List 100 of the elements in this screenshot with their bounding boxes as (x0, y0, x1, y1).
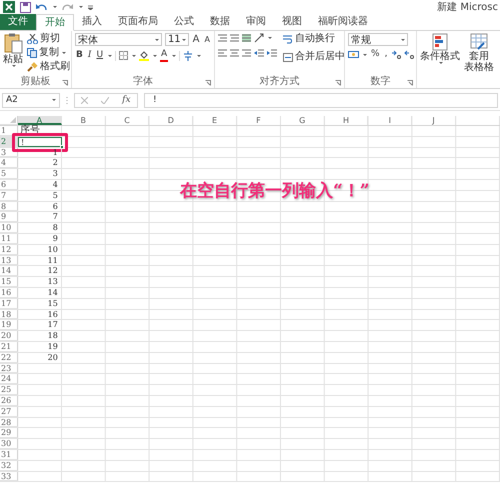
row-header[interactable]: 11 (0, 234, 18, 244)
row-header[interactable]: 26 (0, 396, 18, 406)
caret-icon[interactable] (268, 37, 272, 39)
phonetic-icon[interactable] (183, 50, 194, 60)
scissors-icon[interactable] (27, 34, 38, 44)
currency-icon[interactable] (348, 50, 359, 59)
ribbon-tab[interactable]: 插入 (74, 14, 110, 30)
row-header[interactable]: 18 (0, 310, 18, 320)
cut-button[interactable]: 剪切 (27, 33, 70, 45)
caret-icon[interactable] (52, 99, 56, 101)
row-header[interactable]: 5 (0, 169, 18, 179)
align-left-icon[interactable] (218, 49, 227, 57)
ribbon-tab[interactable]: 开始 (36, 14, 74, 31)
column-header[interactable]: C (106, 116, 150, 125)
ribbon-tab[interactable]: 公式 (166, 14, 202, 30)
row-header[interactable]: 31 (0, 450, 18, 460)
align-middle-icon[interactable] (230, 34, 239, 42)
row-header[interactable]: 28 (0, 418, 18, 428)
row-header[interactable]: 12 (0, 244, 18, 255)
merge-center-button[interactable]: 合并后居中 (283, 51, 352, 63)
row-header[interactable]: 25 (0, 385, 18, 395)
font-color-button[interactable]: A (160, 49, 168, 62)
column-header[interactable]: H (324, 116, 368, 125)
row-header[interactable]: 20 (0, 331, 18, 341)
align-right-icon[interactable] (242, 49, 251, 57)
row-header[interactable]: 15 (0, 277, 18, 287)
underline-button[interactable]: U (95, 50, 104, 61)
row-header[interactable]: 1 (0, 126, 18, 136)
caret-icon[interactable] (12, 65, 16, 67)
shrink-font-button[interactable]: A (204, 34, 211, 45)
ribbon-tab[interactable]: 文件 (0, 14, 36, 30)
dialog-launcher-icon[interactable] (407, 80, 413, 86)
text-angle-icon[interactable] (254, 33, 264, 43)
row-header[interactable]: 14 (0, 266, 18, 276)
row-header[interactable]: 29 (0, 428, 18, 438)
increase-decimal-icon[interactable] (391, 50, 402, 60)
fill-color-icon[interactable] (139, 50, 150, 61)
undo-icon[interactable] (36, 2, 47, 12)
font-size-dropdown[interactable]: 11 (164, 33, 189, 46)
increase-indent-icon[interactable] (267, 49, 277, 57)
formula-input[interactable]: ! (144, 92, 498, 108)
dialog-launcher-icon[interactable] (62, 80, 68, 86)
bold-button[interactable]: B (75, 50, 84, 61)
caret-icon[interactable] (172, 54, 176, 56)
paste-button[interactable]: 粘贴 (3, 33, 23, 76)
decrease-indent-icon[interactable] (254, 49, 264, 57)
row-header[interactable]: 22 (0, 352, 18, 363)
copy-icon[interactable] (27, 48, 37, 58)
row-header[interactable]: 13 (0, 256, 18, 266)
row-header[interactable]: 32 (0, 460, 18, 470)
ribbon-tab[interactable]: 审阅 (238, 14, 274, 30)
column-header[interactable]: F (236, 116, 281, 125)
row-header[interactable]: 7 (0, 190, 18, 201)
column-header[interactable]: B (62, 116, 106, 125)
column-header[interactable]: I (368, 116, 412, 125)
wrap-text-icon[interactable] (283, 34, 293, 44)
borders-icon[interactable] (119, 51, 128, 60)
caret-icon[interactable] (108, 54, 112, 56)
row-header[interactable]: 21 (0, 342, 18, 352)
row-header[interactable]: 9 (0, 212, 18, 222)
column-header[interactable]: J (412, 116, 456, 125)
row-header[interactable]: 10 (0, 223, 18, 233)
conditional-format-button[interactable]: 条件格式 (420, 33, 460, 76)
comma-button[interactable]: , (384, 49, 388, 60)
ribbon-tab[interactable]: 页面布局 (110, 14, 166, 30)
row-header[interactable]: 16 (0, 288, 18, 298)
ribbon-tab[interactable]: 福昕阅读器 (310, 14, 376, 30)
caret-icon[interactable] (438, 62, 442, 64)
row-header[interactable]: 33 (0, 472, 18, 482)
decrease-decimal-icon[interactable] (404, 50, 414, 60)
dialog-launcher-icon[interactable] (205, 80, 211, 86)
insert-function-button[interactable]: fx (122, 95, 131, 105)
table-format-button[interactable]: 套用 表格格 (464, 33, 494, 76)
row-header[interactable]: 6 (0, 180, 18, 190)
caret-icon[interactable] (132, 54, 136, 56)
fill-handle[interactable] (60, 144, 64, 149)
row-header[interactable]: 17 (0, 298, 18, 309)
caret-icon[interactable] (182, 38, 186, 40)
column-header[interactable]: G (280, 116, 325, 125)
row-header[interactable]: 24 (0, 374, 18, 384)
row-header[interactable]: 8 (0, 202, 18, 212)
spreadsheet-logo-icon[interactable] (3, 1, 15, 13)
dialog-launcher-icon[interactable] (335, 80, 341, 86)
caret-icon[interactable] (363, 54, 367, 56)
table-format-icon[interactable] (470, 33, 488, 51)
grow-font-button[interactable]: A (192, 34, 201, 45)
caret-icon[interactable] (154, 38, 159, 40)
save-icon[interactable] (20, 2, 31, 12)
align-center-icon[interactable] (230, 49, 239, 57)
caret-icon[interactable] (62, 52, 66, 54)
align-top-icon[interactable] (218, 34, 227, 42)
caret-icon[interactable] (79, 6, 83, 8)
format-painter-button[interactable]: 格式刷 (27, 61, 70, 73)
ribbon-tab[interactable]: 数据 (202, 14, 238, 30)
row-header[interactable]: 19 (0, 320, 18, 330)
row-header[interactable]: 27 (0, 406, 18, 417)
caret-icon[interactable] (197, 54, 202, 56)
caret-icon[interactable] (401, 38, 405, 40)
copy-button[interactable]: 复制 (27, 47, 70, 59)
caret-icon[interactable] (53, 6, 57, 8)
